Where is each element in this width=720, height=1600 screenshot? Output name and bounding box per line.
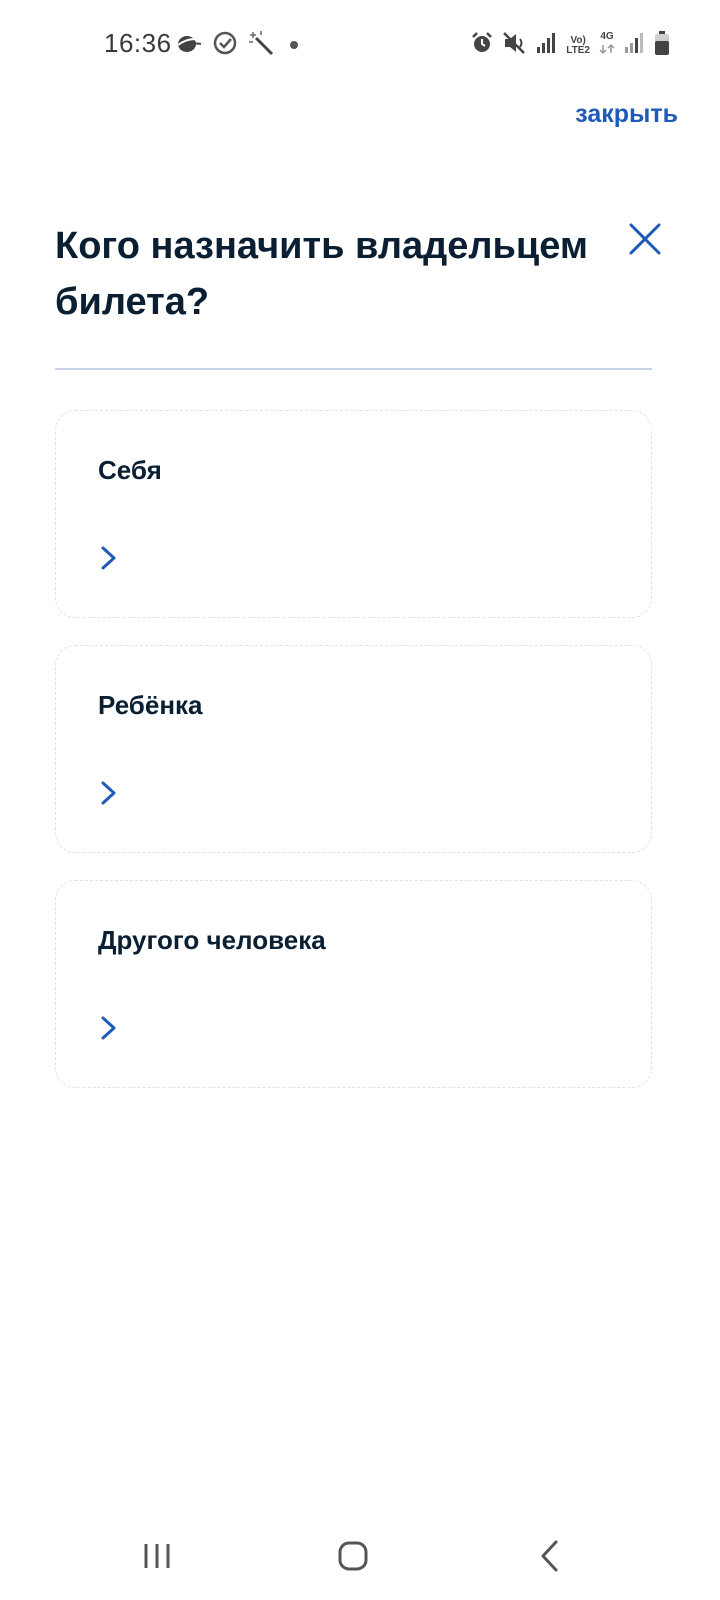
option-label: Ребёнка xyxy=(98,690,203,720)
chevron-right-icon xyxy=(96,778,122,808)
volte-icon: Vo) LTE2 xyxy=(566,34,590,56)
option-label: Другого человека xyxy=(98,925,326,955)
option-self[interactable]: Себя xyxy=(55,410,652,618)
back-icon[interactable] xyxy=(528,1534,572,1578)
alarm-icon xyxy=(470,31,494,60)
home-icon[interactable] xyxy=(331,1534,375,1578)
battery-icon xyxy=(654,30,670,61)
option-other-person[interactable]: Другого человека xyxy=(55,880,652,1088)
close-icon[interactable] xyxy=(628,222,662,256)
4g-icon: 4G xyxy=(598,31,616,60)
recent-apps-icon[interactable] xyxy=(136,1534,180,1578)
status-left-icons xyxy=(176,30,302,61)
status-bar: 16:36 Vo) LTE2 4G xyxy=(0,0,720,88)
signal-icon xyxy=(536,31,558,60)
signal-icon-2 xyxy=(624,31,646,60)
weather-icon xyxy=(176,31,202,60)
divider xyxy=(55,368,652,370)
page-title: Кого назначить владельцем билета? xyxy=(55,225,589,323)
check-circle-icon xyxy=(212,30,238,61)
options-list: Себя Ребёнка Другого человека xyxy=(55,410,652,1115)
navigation-bar xyxy=(0,1520,720,1600)
chevron-right-icon xyxy=(96,543,122,573)
status-right-icons: Vo) LTE2 4G xyxy=(470,30,670,61)
option-label: Себя xyxy=(98,455,162,485)
mute-icon xyxy=(502,31,528,60)
chevron-right-icon xyxy=(96,1013,122,1043)
status-time: 16:36 xyxy=(104,28,172,58)
close-link[interactable]: закрыть xyxy=(575,100,678,129)
option-child[interactable]: Ребёнка xyxy=(55,645,652,853)
magic-wand-icon xyxy=(248,30,276,61)
dot-icon xyxy=(286,37,302,55)
